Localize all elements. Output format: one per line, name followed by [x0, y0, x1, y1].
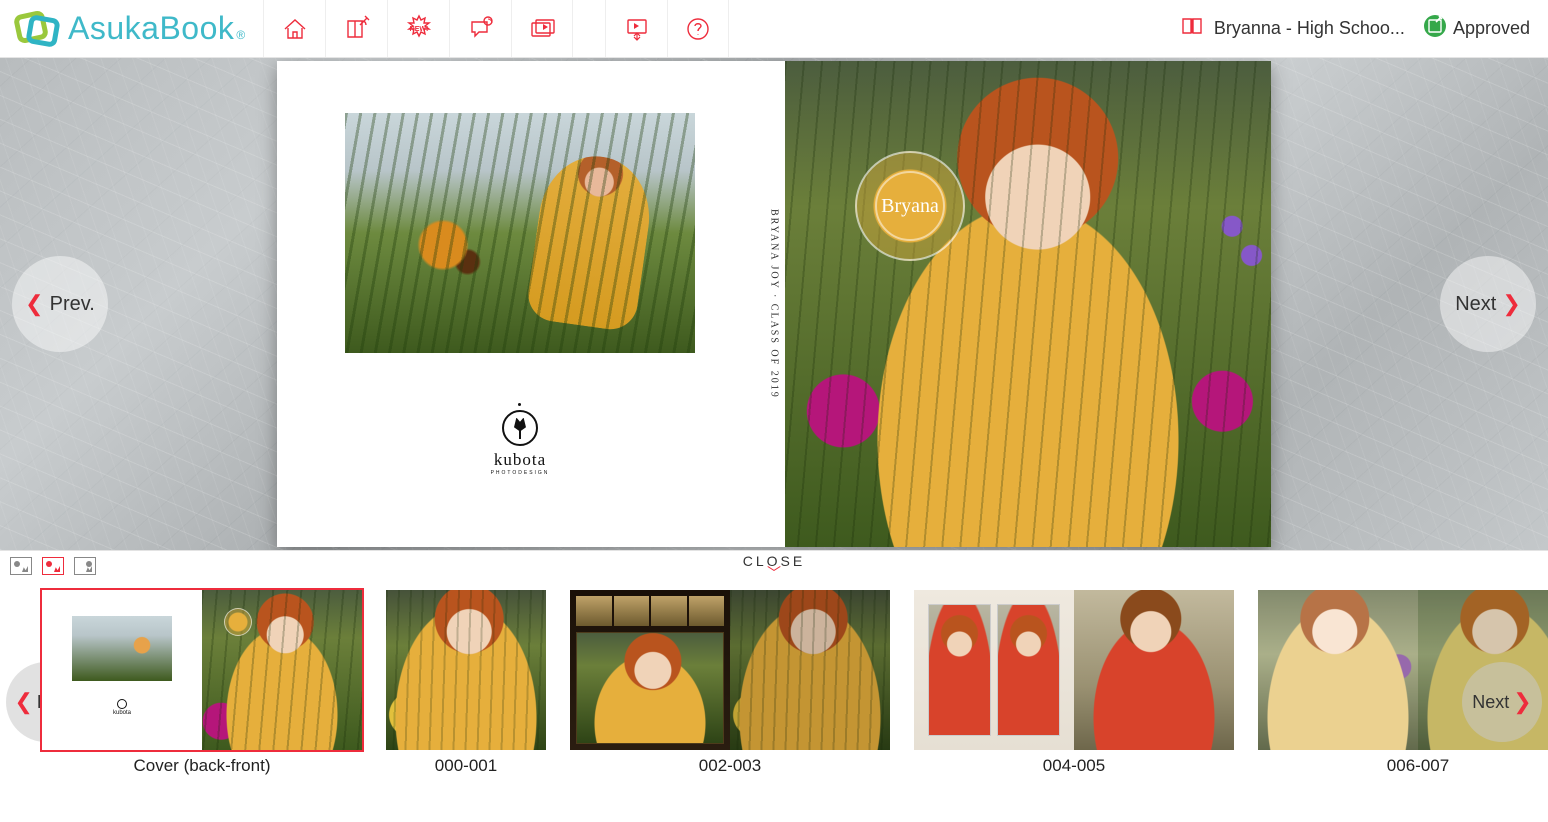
toolbar-group-main: NEW! — [263, 0, 573, 57]
viewer-next-label: Next — [1455, 293, 1496, 316]
thumbnail-label: 000-001 — [435, 756, 497, 776]
spread-viewer: ❮ Prev. kubota PHOTODESIGN BRYANA JOY · … — [0, 58, 1548, 550]
status-label: Approved — [1453, 18, 1530, 39]
top-toolbar: AsukaBook ® NEW! — [0, 0, 1548, 58]
comments-button[interactable] — [449, 0, 511, 57]
photographer-logo: kubota PHOTODESIGN — [491, 403, 550, 476]
export-button[interactable] — [605, 0, 667, 57]
project-name: Bryanna - High Schoo... — [1214, 18, 1405, 39]
view-mode-spread[interactable] — [42, 557, 64, 575]
viewer-prev-label: Prev. — [50, 293, 95, 316]
view-mode-grid[interactable] — [74, 557, 96, 575]
chevron-right-icon: ❯ — [1502, 291, 1520, 317]
photographer-logo-text: kubota — [491, 450, 550, 470]
approved-icon — [1423, 14, 1447, 43]
home-button[interactable] — [263, 0, 325, 57]
brand-logo[interactable]: AsukaBook ® — [0, 0, 263, 57]
help-button[interactable] — [667, 0, 729, 57]
book-icon — [1180, 14, 1204, 43]
thumbnail-002-003[interactable]: 002-003 — [570, 590, 890, 776]
toolbar-group-secondary — [605, 0, 729, 57]
photographer-logo-sub: PHOTODESIGN — [491, 470, 550, 476]
svg-text:NEW!: NEW! — [409, 26, 428, 33]
thumbnail-track: kubota Cover (back-front) 000-001 002-00… — [0, 590, 1548, 776]
chevron-down-icon: ﹀ — [743, 569, 805, 577]
cover-seal-text: Bryana — [875, 171, 945, 241]
thumbnail-000-001[interactable]: 000-001 — [386, 590, 546, 776]
close-tray-button[interactable]: CLOSE ﹀ — [743, 551, 805, 577]
cover-seal: Bryana — [855, 151, 965, 261]
brand-logo-mark — [14, 9, 62, 49]
brand-name: AsukaBook — [68, 10, 234, 47]
front-cover-page[interactable]: Bryana — [785, 61, 1271, 547]
new-button[interactable]: NEW! — [387, 0, 449, 57]
slideshow-button[interactable] — [511, 0, 573, 57]
project-info: Bryanna - High Schoo... Approved — [1162, 0, 1548, 57]
status-chip: Approved — [1423, 14, 1530, 43]
view-mode-single[interactable] — [10, 557, 32, 575]
chevron-left-icon: ❮ — [14, 689, 32, 715]
thumbs-next-label: Next — [1472, 692, 1509, 713]
chevron-left-icon: ❮ — [25, 291, 43, 317]
thumbnail-label: 004-005 — [1043, 756, 1105, 776]
chevron-right-icon: ❯ — [1513, 689, 1531, 715]
view-mode-toggle — [10, 551, 96, 575]
tulip-icon — [502, 410, 538, 446]
thumbnail-strip: ❮ Prev. kubota Cover (back-front) — [0, 582, 1548, 822]
back-cover-photo — [345, 113, 695, 353]
cover-spread: kubota PHOTODESIGN BRYANA JOY · CLASS OF… — [277, 61, 1271, 547]
spine-text: BRYANA JOY · CLASS OF 2019 — [769, 209, 780, 399]
thumbnail-label: 002-003 — [699, 756, 761, 776]
back-cover-page[interactable]: kubota PHOTODESIGN — [277, 61, 763, 547]
viewer-prev-button[interactable]: ❮ Prev. — [12, 256, 108, 352]
viewer-next-button[interactable]: Next ❯ — [1440, 256, 1536, 352]
thumbnail-label: 006-007 — [1387, 756, 1449, 776]
thumbs-next-button[interactable]: Next ❯ — [1462, 662, 1542, 742]
thumbnail-label: Cover (back-front) — [134, 756, 271, 776]
tray-close-row: CLOSE ﹀ — [0, 550, 1548, 582]
brand-suffix: ® — [236, 28, 245, 42]
thumbnail-004-005[interactable]: 004-005 — [914, 590, 1234, 776]
spine: BRYANA JOY · CLASS OF 2019 — [763, 61, 785, 547]
front-cover-photo — [785, 61, 1271, 547]
thumbnail-cover[interactable]: kubota Cover (back-front) — [42, 590, 362, 776]
edit-button[interactable] — [325, 0, 387, 57]
